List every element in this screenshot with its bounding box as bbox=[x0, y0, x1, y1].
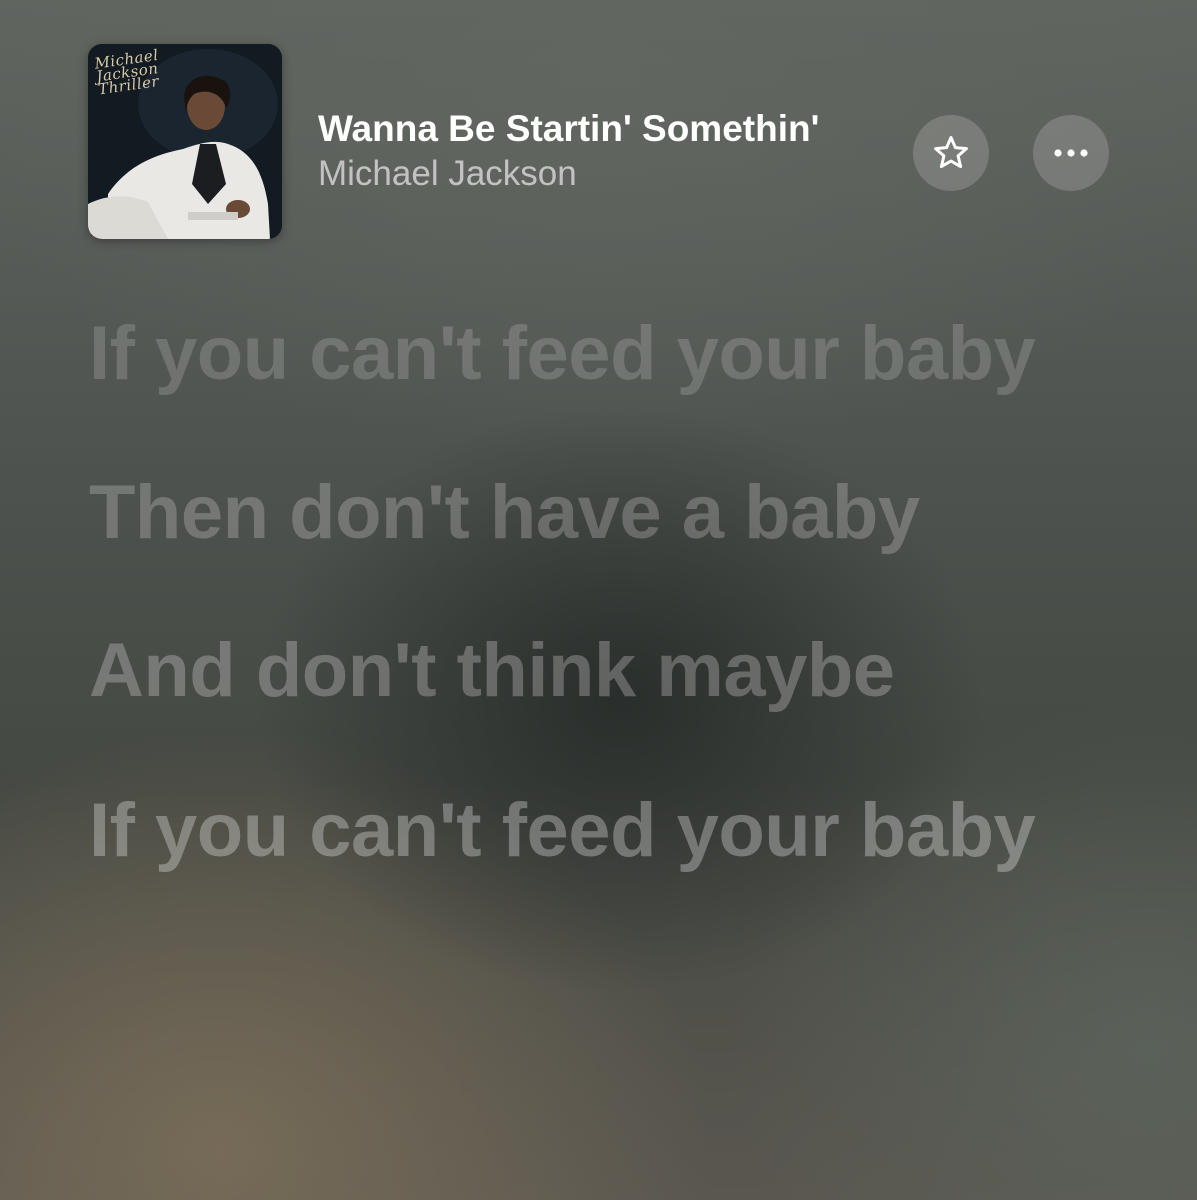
lyric-line[interactable]: And don't think maybe bbox=[89, 617, 1089, 725]
favorite-button[interactable] bbox=[913, 115, 989, 191]
lyric-line[interactable]: If you can't feed your baby bbox=[89, 777, 1089, 885]
lyric-line[interactable]: Then don't have a baby bbox=[89, 459, 1089, 567]
now-playing-header: Michael Jackson Thriller Wanna Be Starti… bbox=[0, 0, 1197, 260]
track-title: Wanna Be Startin' Somethin' bbox=[318, 108, 820, 149]
track-info[interactable]: Wanna Be Startin' Somethin' Michael Jack… bbox=[318, 106, 903, 196]
album-artwork[interactable]: Michael Jackson Thriller bbox=[88, 44, 282, 239]
ellipsis-icon bbox=[1054, 149, 1088, 157]
star-icon bbox=[934, 136, 968, 169]
artist-name[interactable]: Michael Jackson bbox=[318, 152, 903, 196]
more-options-button[interactable] bbox=[1033, 115, 1109, 191]
lyrics-view[interactable]: If you can't feed your baby Then don't h… bbox=[89, 300, 1089, 937]
lyric-line[interactable]: If you can't feed your baby bbox=[89, 300, 1089, 408]
